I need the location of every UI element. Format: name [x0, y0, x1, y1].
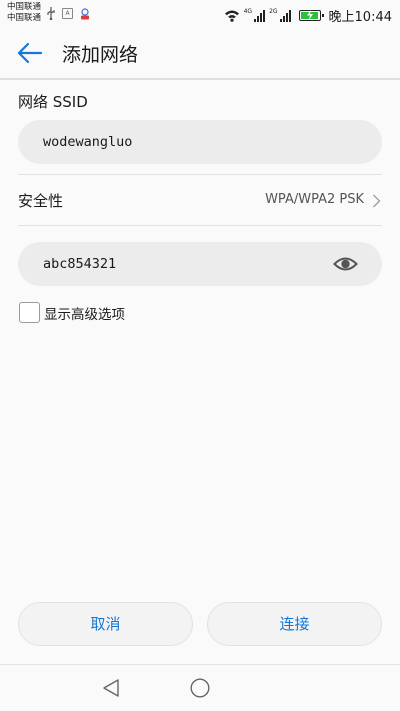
connect-button[interactable]: 连接 [207, 602, 382, 646]
add-network-screen: 中国联通 中国联通 A 4G 2G 晚上10:44 添加网络 网络 SSID w… [0, 0, 400, 711]
password-input[interactable] [18, 242, 382, 286]
carrier-1: 中国联通 [7, 2, 42, 12]
charging-bolt-icon [306, 10, 313, 20]
app-header: 添加网络 [0, 28, 400, 78]
advanced-options-label: 显示高级选项 [44, 306, 125, 323]
arrow-left-icon[interactable] [17, 42, 43, 64]
app-icon [81, 7, 89, 19]
advanced-options-checkbox[interactable] [19, 302, 40, 323]
signal-icon [254, 9, 266, 22]
navigation-bar [0, 665, 400, 711]
status-right: 4G 2G 晚上10:44 [224, 6, 392, 25]
security-value: WPA/WPA2 PSK [265, 192, 364, 207]
security-label: 安全性 [18, 192, 64, 210]
eye-icon[interactable] [333, 254, 358, 274]
notification-icons: A [46, 7, 91, 20]
divider [18, 225, 382, 226]
clock: 晚上10:44 [328, 10, 392, 25]
signal-icon-2 [279, 9, 291, 22]
nav-home-icon[interactable] [189, 677, 211, 699]
chevron-right-icon [373, 194, 381, 208]
page-title: 添加网络 [62, 44, 139, 66]
ssid-input[interactable] [18, 120, 382, 164]
carrier-info: 中国联通 中国联通 [7, 2, 41, 24]
security-row[interactable]: 安全性 WPA/WPA2 PSK [0, 175, 400, 225]
sim-icon: A [62, 8, 73, 19]
carrier-2: 中国联通 [7, 13, 42, 23]
status-bar: 中国联通 中国联通 A 4G 2G 晚上10:44 [0, 0, 400, 28]
battery-tip [321, 14, 324, 17]
wifi-icon [224, 10, 239, 22]
ssid-label: 网络 SSID [18, 93, 88, 111]
cancel-button[interactable]: 取消 [18, 602, 193, 646]
battery-charging-icon [298, 10, 324, 21]
advanced-options-toggle[interactable]: 显示高级选项 [19, 302, 125, 323]
header-divider [0, 78, 400, 80]
network-type-1: 4G [243, 8, 253, 15]
usb-icon [47, 7, 55, 20]
network-type-2: 2G [269, 8, 278, 15]
nav-back-icon[interactable] [101, 678, 121, 698]
